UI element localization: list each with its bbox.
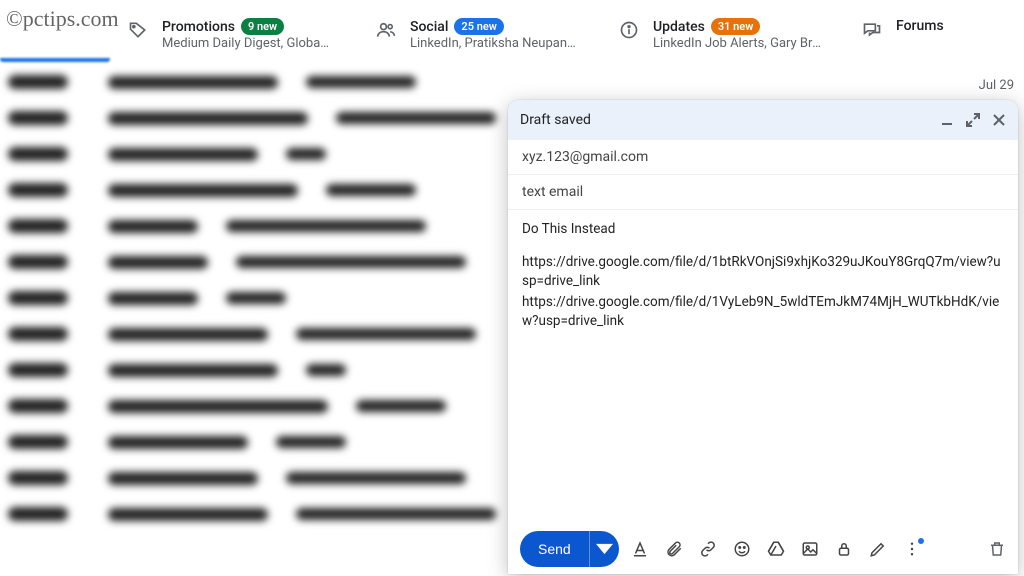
image-icon[interactable] xyxy=(801,540,819,558)
info-icon xyxy=(619,20,639,40)
format-icon[interactable] xyxy=(631,540,649,558)
expand-icon[interactable] xyxy=(966,113,980,127)
people-icon xyxy=(376,20,396,40)
compose-header[interactable]: Draft saved xyxy=(508,100,1018,140)
more-options-icon[interactable] xyxy=(903,540,921,558)
compose-toolbar: Send xyxy=(508,524,1018,574)
compose-status: Draft saved xyxy=(520,112,591,128)
tab-promotions-badge: 9 new xyxy=(241,18,284,35)
emoji-icon[interactable] xyxy=(733,540,751,558)
signature-icon[interactable] xyxy=(869,540,887,558)
attach-icon[interactable] xyxy=(665,540,683,558)
compose-body-line1: Do This Instead xyxy=(522,220,1004,239)
tab-social-sub: LinkedIn, Pratiksha Neupane, … xyxy=(410,36,580,51)
send-button[interactable]: Send xyxy=(520,531,589,567)
compose-body-line3: https://drive.google.com/file/d/1VyLeb9N… xyxy=(522,293,1004,331)
tab-social-badge: 25 new xyxy=(454,18,504,35)
watermark-text: ©pctips.com xyxy=(6,6,119,32)
minimize-icon[interactable] xyxy=(940,113,954,127)
discard-draft-icon[interactable] xyxy=(988,540,1006,558)
tag-icon xyxy=(128,20,148,40)
tab-promotions-label: Promotions xyxy=(162,19,235,35)
link-icon[interactable] xyxy=(699,540,717,558)
compose-body-line2: https://drive.google.com/file/d/1btRkVOn… xyxy=(522,253,1004,291)
tab-social[interactable]: Social 25 new LinkedIn, Pratiksha Neupan… xyxy=(376,18,619,51)
tab-social-label: Social xyxy=(410,19,448,35)
forums-icon xyxy=(862,20,882,40)
compose-subject-field[interactable]: text email xyxy=(508,175,1018,210)
drive-icon[interactable] xyxy=(767,540,785,558)
tab-updates-label: Updates xyxy=(653,19,705,35)
tab-updates[interactable]: Updates 31 new LinkedIn Job Alerts, Gary… xyxy=(619,18,862,51)
tab-updates-sub: LinkedIn Job Alerts, Gary Bre… xyxy=(653,36,823,51)
tab-updates-badge: 31 new xyxy=(711,18,761,35)
compose-to-field[interactable]: xyz.123@gmail.com xyxy=(508,140,1018,175)
compose-window: Draft saved xyz.123@gmail.com text email… xyxy=(508,100,1018,574)
tab-forums-label: Forums xyxy=(896,18,944,34)
compose-body[interactable]: Do This Instead https://drive.google.com… xyxy=(508,210,1018,524)
tab-forums[interactable]: Forums xyxy=(862,18,1000,40)
close-icon[interactable] xyxy=(992,113,1006,127)
send-more-button[interactable] xyxy=(589,531,619,567)
confidential-icon[interactable] xyxy=(835,540,853,558)
tab-promotions-sub: Medium Daily Digest, GlobalS… xyxy=(162,36,332,51)
tab-promotions[interactable]: Promotions 9 new Medium Daily Digest, Gl… xyxy=(128,18,376,51)
